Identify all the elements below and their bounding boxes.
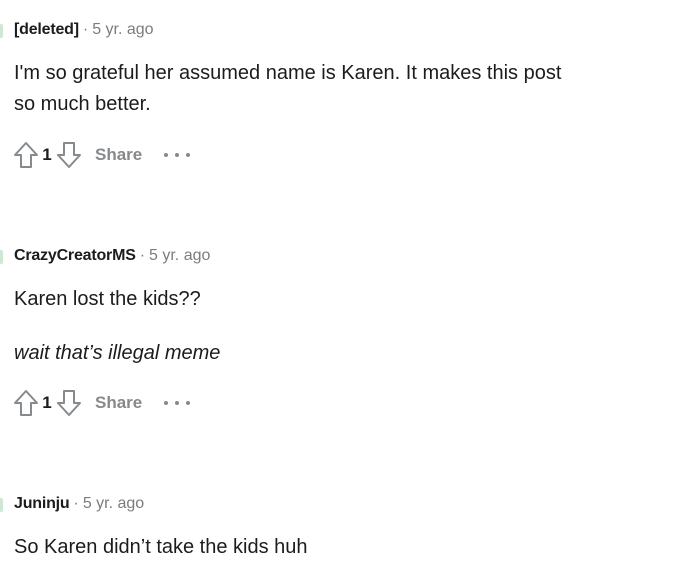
- comment-text-line: I'm so grateful her assumed name is Kare…: [14, 62, 562, 84]
- ellipsis-icon: [186, 401, 191, 405]
- comment-meta: [deleted] · 5 yr. ago: [14, 20, 154, 40]
- comment-meta: CrazyCreatorMS · 5 yr. ago: [14, 246, 210, 266]
- more-options-button[interactable]: [164, 145, 191, 165]
- thread-line[interactable]: [0, 498, 3, 512]
- ellipsis-icon: [186, 153, 191, 157]
- comment-text-line: So Karen didn’t take the kids huh: [14, 536, 308, 558]
- comment-body: So Karen didn’t take the kids huh: [14, 532, 654, 563]
- comment-text-line: so much better.: [14, 93, 151, 115]
- thread-line[interactable]: [0, 24, 3, 38]
- comment-timestamp[interactable]: 5 yr. ago: [149, 247, 210, 264]
- more-options-button[interactable]: [164, 393, 191, 413]
- meta-separator: ·: [139, 247, 146, 264]
- comment-body: Karen lost the kids??: [14, 284, 654, 315]
- comment-body: I'm so grateful her assumed name is Kare…: [14, 58, 654, 120]
- ellipsis-icon: [164, 153, 169, 157]
- comment-author[interactable]: [deleted]: [14, 21, 79, 38]
- comment-actions: 1 Share: [12, 140, 191, 170]
- arrow-up-icon: [14, 142, 38, 168]
- arrow-up-icon: [14, 390, 38, 416]
- upvote-button[interactable]: [12, 140, 40, 170]
- downvote-button[interactable]: [55, 140, 83, 170]
- comment-text-line: Karen lost the kids??: [14, 288, 201, 310]
- arrow-down-icon: [57, 142, 81, 168]
- comment-actions: 1 Share: [12, 388, 191, 418]
- comment-body-meme: wait that’s illegal meme: [14, 338, 654, 369]
- meta-separator: ·: [82, 21, 89, 38]
- comment-text-line: wait that’s illegal meme: [14, 342, 221, 364]
- vote-score: 1: [42, 393, 52, 412]
- share-button[interactable]: Share: [95, 145, 142, 165]
- arrow-down-icon: [57, 390, 81, 416]
- comment-timestamp[interactable]: 5 yr. ago: [92, 21, 153, 38]
- thread-line[interactable]: [0, 250, 3, 264]
- comment-timestamp[interactable]: 5 yr. ago: [83, 495, 144, 512]
- vote-score: 1: [42, 145, 52, 164]
- comment-author[interactable]: CrazyCreatorMS: [14, 247, 136, 264]
- downvote-button[interactable]: [55, 388, 83, 418]
- meta-separator: ·: [73, 495, 79, 512]
- ellipsis-icon: [164, 401, 169, 405]
- ellipsis-icon: [175, 153, 180, 157]
- comment-author[interactable]: Juninju: [14, 495, 70, 512]
- ellipsis-icon: [175, 401, 180, 405]
- share-button[interactable]: Share: [95, 393, 142, 413]
- upvote-button[interactable]: [12, 388, 40, 418]
- comment-meta: Juninju · 5 yr. ago: [14, 494, 144, 514]
